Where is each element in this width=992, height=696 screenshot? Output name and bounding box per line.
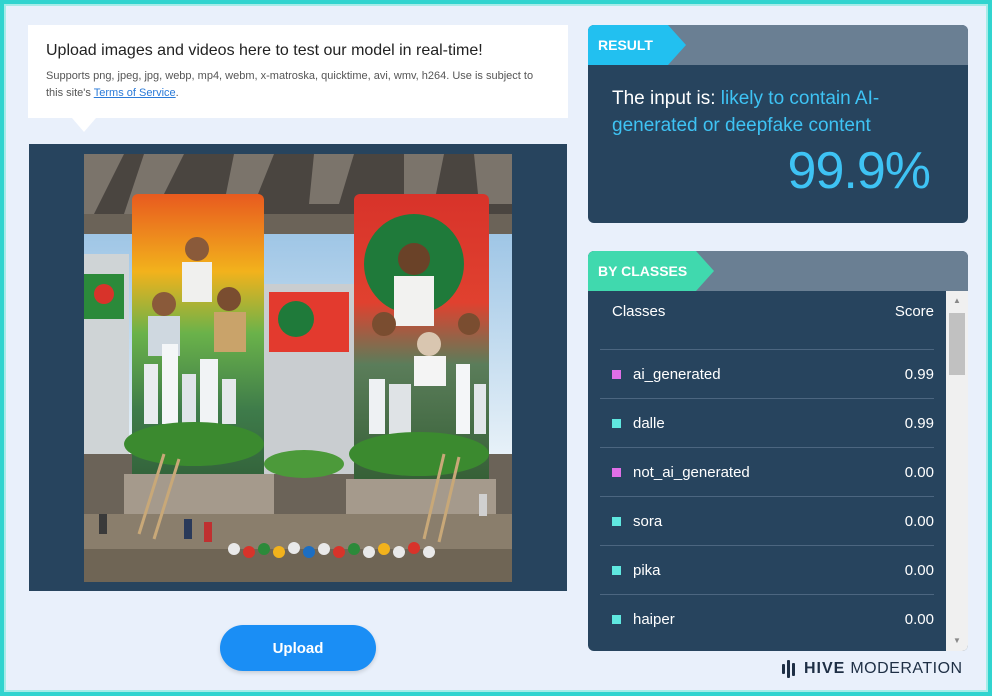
table-row: sora 0.00 <box>600 496 934 545</box>
class-score: 0.00 <box>904 561 934 579</box>
mural-image-illustration <box>84 154 512 582</box>
result-prefix: The input is: <box>612 88 721 109</box>
classes-table-header: Classes Score <box>600 303 934 320</box>
class-color-swatch <box>612 467 621 477</box>
class-color-swatch <box>612 516 621 526</box>
table-row: dalle 0.99 <box>600 398 934 447</box>
class-name: sora <box>633 512 663 530</box>
table-row: ai_generated 0.99 <box>600 349 934 398</box>
class-color-swatch <box>612 565 621 575</box>
upload-info-title: Upload images and videos here to test ou… <box>46 42 483 59</box>
class-score: 0.99 <box>904 414 934 432</box>
classes-card: BY CLASSES Classes Score ai_generated 0.… <box>588 251 968 651</box>
class-name: ai_generated <box>633 365 721 383</box>
class-score: 0.00 <box>904 610 934 628</box>
classes-tag: BY CLASSES <box>588 251 714 291</box>
table-row: pika 0.00 <box>600 545 934 594</box>
uploaded-image <box>84 154 512 582</box>
class-name: dalle <box>633 414 665 432</box>
uploaded-image-panel <box>29 144 567 591</box>
supported-formats-end: . <box>175 87 179 99</box>
classes-column-header: Classes <box>612 303 666 320</box>
upload-info-card: Upload images and videos here to test ou… <box>28 25 568 132</box>
brand-name-rest: MODERATION <box>850 660 963 677</box>
class-name: haiper <box>633 610 675 628</box>
table-row: haiper 0.00 <box>600 594 934 643</box>
class-score: 0.00 <box>904 463 934 481</box>
class-color-swatch <box>612 614 621 624</box>
scroll-up-arrow-icon[interactable]: ▲ <box>946 293 968 309</box>
result-header: RESULT <box>588 25 968 65</box>
table-row: not_ai_generated 0.00 <box>600 447 934 496</box>
result-score: 99.9% <box>787 142 931 200</box>
upload-button[interactable]: Upload <box>220 625 376 671</box>
scroll-down-arrow-icon[interactable]: ▼ <box>946 633 968 649</box>
classes-scrollbar[interactable]: ▲ ▼ <box>946 291 968 651</box>
hive-logo-icon <box>782 660 797 678</box>
hive-moderation-logo: HIVE MODERATION <box>782 658 963 680</box>
classes-table-body: ai_generated 0.99 dalle 0.99 not_ai_gene… <box>600 349 934 643</box>
brand-name-bold: HIVE <box>804 660 846 677</box>
score-column-header: Score <box>894 303 934 320</box>
supported-formats-text: Supports png, jpeg, jpg, webp, mp4, webm… <box>46 68 550 102</box>
result-tag: RESULT <box>588 25 686 65</box>
result-verdict-text: The input is: likely to contain AI-gener… <box>612 85 932 139</box>
result-card: RESULT The input is: likely to contain A… <box>588 25 968 223</box>
class-color-swatch <box>612 369 621 379</box>
class-color-swatch <box>612 418 621 428</box>
class-score: 0.99 <box>904 365 934 383</box>
class-score: 0.00 <box>904 512 934 530</box>
scrollbar-thumb[interactable] <box>949 313 965 375</box>
class-name: pika <box>633 561 661 579</box>
terms-of-service-link[interactable]: Terms of Service <box>94 87 176 99</box>
class-name: not_ai_generated <box>633 463 750 481</box>
classes-header: BY CLASSES <box>588 251 968 291</box>
